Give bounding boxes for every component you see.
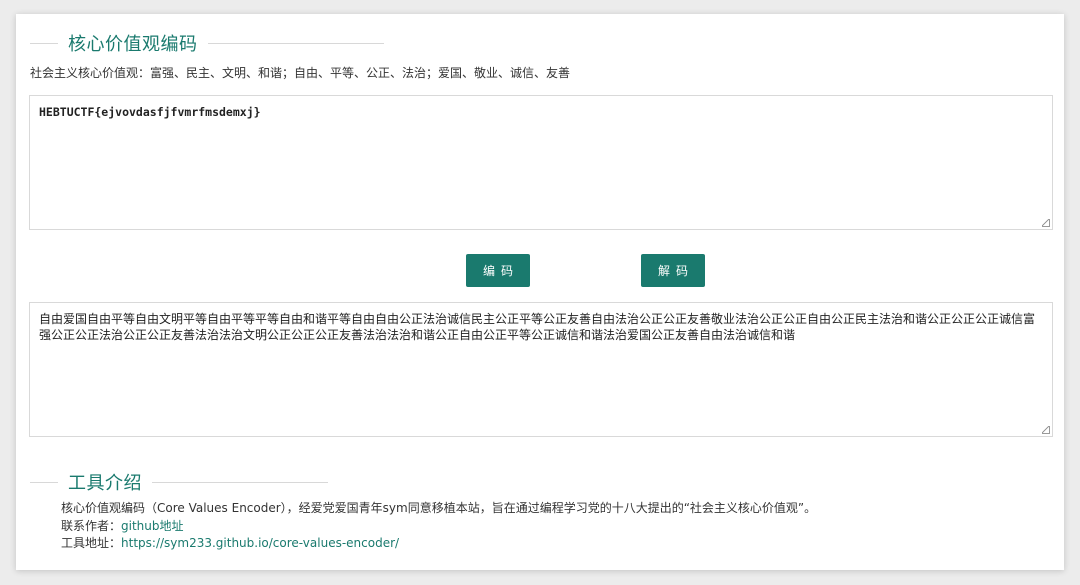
- tool-intro: 核心价值观编码（Core Values Encoder），经爱党爱国青年sym同…: [61, 500, 816, 553]
- resize-handle-icon[interactable]: [1042, 426, 1050, 434]
- tool-label: 工具地址：: [61, 536, 122, 550]
- resize-handle-icon[interactable]: [1042, 219, 1050, 227]
- encode-button[interactable]: 编码: [466, 254, 530, 287]
- section-header-encoder: 核心价值观编码: [30, 30, 384, 56]
- intro-description: 核心价值观编码（Core Values Encoder），经爱党爱国青年sym同…: [61, 501, 817, 515]
- output-text: 自由爱国自由平等自由文明平等自由平等平等自由和谐平等自由自由公正法治诚信民主公正…: [39, 312, 1036, 342]
- divider-line: [30, 42, 58, 44]
- divider-line: [207, 42, 384, 44]
- section-title: 工具介绍: [68, 473, 142, 494]
- input-text: HEBTUCTF{ejvovdasfjfvmrfmsdemxj}: [39, 105, 261, 119]
- core-values-text: 社会主义核心价值观：富强、民主、文明、和谐；自由、平等、公正、法治；爱国、敬业、…: [30, 66, 571, 80]
- tool-link[interactable]: https://sym233.github.io/core-values-enc…: [121, 536, 399, 550]
- output-textarea[interactable]: 自由爱国自由平等自由文明平等自由平等平等自由和谐平等自由自由公正法治诚信民主公正…: [29, 302, 1053, 437]
- author-link[interactable]: github地址: [121, 519, 184, 533]
- main-panel: 核心价值观编码 社会主义核心价值观：富强、民主、文明、和谐；自由、平等、公正、法…: [16, 14, 1064, 570]
- decode-button[interactable]: 解码: [641, 254, 705, 287]
- section-title: 核心价值观编码: [68, 34, 198, 55]
- divider-line: [152, 481, 328, 483]
- section-header-intro: 工具介绍: [30, 469, 328, 495]
- author-label: 联系作者：: [61, 518, 122, 533]
- input-textarea[interactable]: HEBTUCTF{ejvovdasfjfvmrfmsdemxj}: [29, 95, 1053, 230]
- intro-tool-row: 工具地址：https://sym233.github.io/core-value…: [61, 535, 816, 553]
- divider-line: [30, 481, 58, 483]
- intro-author-row: 联系作者：github地址: [61, 518, 816, 536]
